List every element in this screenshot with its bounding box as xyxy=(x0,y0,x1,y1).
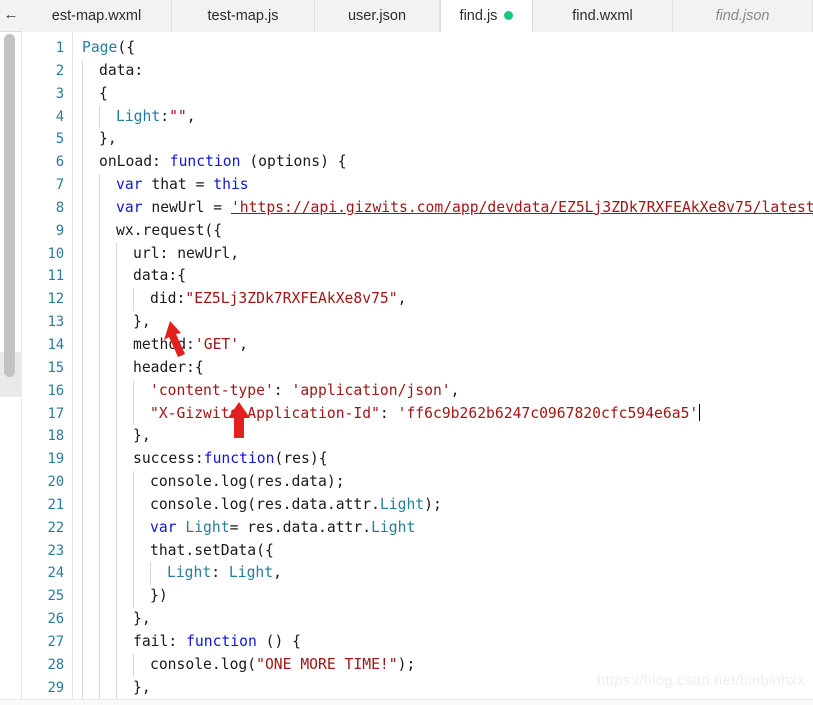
tab-label: user.json xyxy=(347,8,407,24)
line-number: 4 xyxy=(55,108,64,125)
code-line[interactable]: }, xyxy=(74,128,813,152)
line-number: 27 xyxy=(47,633,65,650)
editor-vertical-scrollbar[interactable] xyxy=(0,32,22,705)
line-number: 13 xyxy=(47,314,65,331)
unsaved-changes-dot-icon xyxy=(504,11,514,20)
line-number: 3 xyxy=(55,85,64,102)
code-line[interactable]: console.log(res.data); xyxy=(74,471,813,494)
code-line[interactable]: did:"EZ5Lj3ZDk7RXFEAkXe8v75", xyxy=(74,288,813,312)
tab-label: find.js xyxy=(459,7,498,24)
editor-tab-bar: ← est-map.wxml test-map.js user.json find.j… xyxy=(0,0,813,32)
code-line[interactable]: console.log(res.data.attr.Light); xyxy=(74,493,813,517)
line-number: 20 xyxy=(47,474,65,491)
line-number-gutter: 1 2 3 4 5 6 7 8 9 10 11 12 13 14 15 16 17 18 19 20 21 22 23 24 2… xyxy=(23,32,73,705)
line-number: 18 xyxy=(47,428,65,445)
code-line[interactable]: onLoad: function (options) { xyxy=(74,151,813,175)
code-line[interactable]: url: newUrl, xyxy=(74,242,813,266)
tab-label: find.wxml xyxy=(572,8,633,24)
code-line[interactable]: }, xyxy=(74,311,813,334)
line-number: 22 xyxy=(47,519,65,536)
editor-tab-find-json[interactable]: find.json xyxy=(673,0,813,32)
csdn-watermark: https://blog.csdn.net/binbinhxx xyxy=(597,672,805,689)
line-number: 23 xyxy=(47,542,65,559)
line-number: 17 xyxy=(47,405,65,422)
code-line[interactable]: wx.request({ xyxy=(74,219,813,243)
line-number: 2 xyxy=(55,62,64,79)
editor-tab-test-map-js[interactable]: test-map.js xyxy=(172,0,315,32)
code-line[interactable]: method:'GET', xyxy=(74,333,813,357)
code-line[interactable]: success:function(res){ xyxy=(74,448,813,472)
line-number: 1 xyxy=(55,40,64,56)
editor-tab-find-js[interactable]: find.js xyxy=(440,0,533,32)
line-number: 5 xyxy=(55,131,64,148)
code-line[interactable]: }, xyxy=(74,425,813,449)
tab-label: test-map.js xyxy=(207,8,279,24)
code-editor-window: ← est-map.wxml test-map.js user.json find.j… xyxy=(0,0,813,705)
line-number: 8 xyxy=(55,199,64,216)
code-line[interactable]: data: xyxy=(74,59,813,83)
line-number: 10 xyxy=(47,245,65,262)
code-line[interactable]: { xyxy=(74,82,813,106)
line-number: 16 xyxy=(47,382,65,399)
scrollbar-thumb[interactable] xyxy=(4,34,15,377)
line-number: 15 xyxy=(47,359,65,376)
tab-label: est-map.wxml xyxy=(51,8,142,24)
line-number: 11 xyxy=(47,268,65,285)
line-number: 12 xyxy=(47,291,65,308)
code-line[interactable]: var that = this xyxy=(74,174,813,197)
line-number: 19 xyxy=(47,451,65,468)
line-number: 9 xyxy=(55,222,64,239)
code-line[interactable]: header:{ xyxy=(74,356,813,380)
line-number: 7 xyxy=(55,177,64,194)
line-number: 14 xyxy=(47,336,65,353)
code-line[interactable]: Light: Light, xyxy=(74,562,813,586)
text-cursor xyxy=(699,403,701,421)
line-number: 26 xyxy=(47,611,65,628)
editor-tab-est-map-wxml[interactable]: est-map.wxml xyxy=(22,0,172,32)
tab-label: find.json xyxy=(715,8,770,24)
code-line[interactable]: var newUrl = 'https://api.gizwits.com/ap… xyxy=(74,196,813,220)
editor-tab-user-json[interactable]: user.json xyxy=(315,0,440,32)
code-line[interactable]: 'content-type': 'application/json', xyxy=(74,379,813,403)
code-line[interactable]: fail: function () { xyxy=(74,630,813,654)
code-line[interactable]: data:{ xyxy=(74,265,813,289)
code-line[interactable]: that.setData({ xyxy=(74,539,813,563)
line-number: 29 xyxy=(47,679,65,696)
code-line[interactable]: }) xyxy=(74,585,813,609)
code-line[interactable]: Light:"", xyxy=(74,105,813,129)
editor-body: 1 2 3 4 5 6 7 8 9 10 11 12 13 14 15 16 17 18 19 20 21 22 23 24 2… xyxy=(0,32,813,705)
arrow-left-icon[interactable]: ← xyxy=(0,0,22,31)
line-number: 25 xyxy=(47,588,65,605)
line-number: 28 xyxy=(47,656,65,673)
line-number: 24 xyxy=(47,565,65,582)
line-number: 6 xyxy=(55,154,64,171)
code-line[interactable]: Page({ xyxy=(74,37,813,60)
code-line[interactable]: var Light= res.data.attr.Light xyxy=(74,516,813,540)
code-content-area[interactable]: Page({data:{Light:"",}, onLoad: function … xyxy=(74,32,813,705)
editor-tab-find-wxml[interactable]: find.wxml xyxy=(533,0,673,32)
editor-bottom-edge xyxy=(0,699,813,705)
line-number: 21 xyxy=(47,496,65,513)
code-line[interactable]: }, xyxy=(74,608,813,631)
code-line[interactable]: "X-Gizwits-Application-Id": 'ff6c9b262b6… xyxy=(74,402,813,426)
